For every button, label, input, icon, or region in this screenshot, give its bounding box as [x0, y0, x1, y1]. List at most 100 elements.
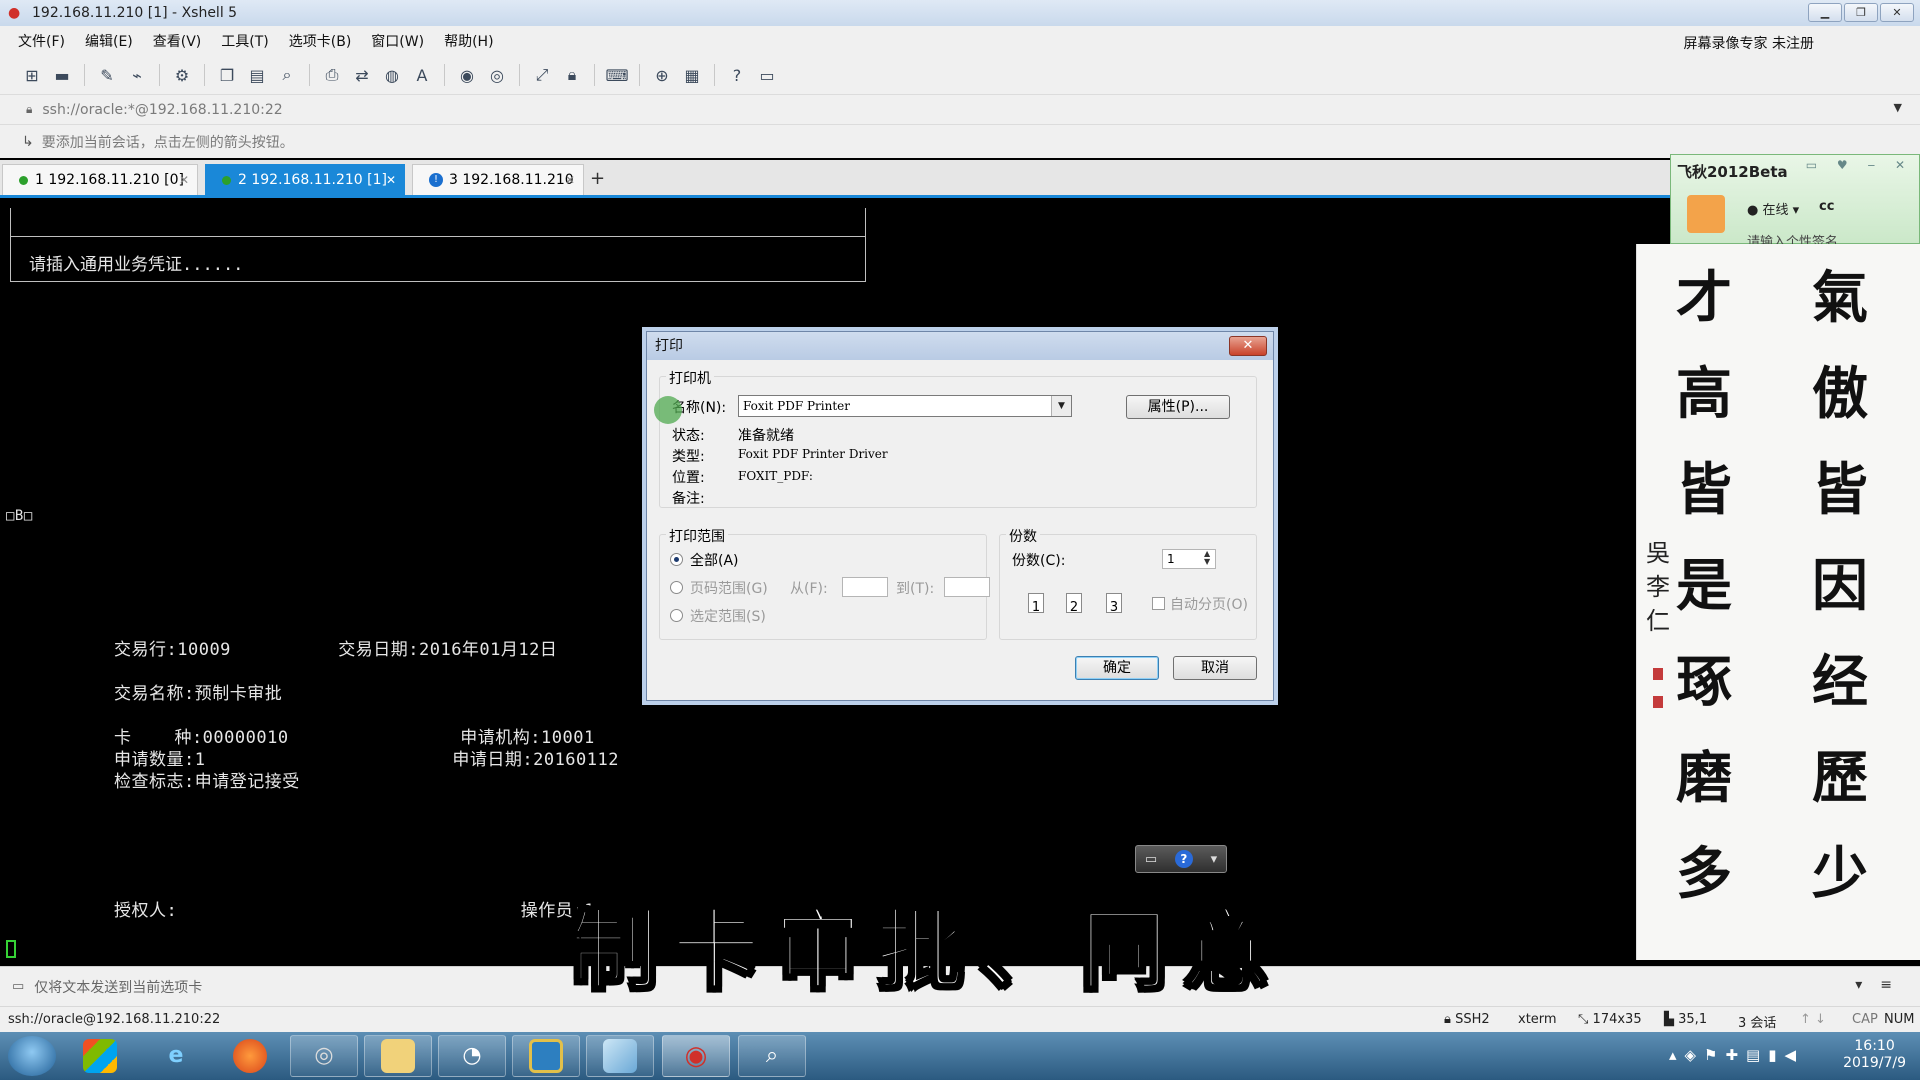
chat-icon[interactable]: ▭: [755, 63, 779, 87]
restore-button[interactable]: ❐: [1844, 3, 1878, 22]
find-icon[interactable]: ⌕: [275, 63, 299, 87]
close-icon[interactable]: ✕: [565, 173, 575, 187]
compose-icon[interactable]: ▭: [12, 979, 24, 994]
copy-icon[interactable]: ❐: [215, 63, 239, 87]
online-status[interactable]: ● 在线 ▾: [1747, 199, 1799, 218]
address-bar[interactable]: 🔒︎ ssh://oracle:*@192.168.11.210:22 ▼: [0, 94, 1920, 124]
tab-session-2[interactable]: 2 192.168.11.210 [1] ✕: [205, 164, 405, 195]
chevron-down-icon[interactable]: ▾: [1211, 852, 1218, 867]
range-pages-label: 页码范围(G): [690, 581, 768, 597]
calligraphy-char: 琢: [1676, 649, 1732, 715]
menu-file[interactable]: 文件(F): [18, 31, 65, 51]
close-window-button[interactable]: ✕: [1880, 3, 1914, 22]
taskbar-app[interactable]: [216, 1035, 284, 1077]
taskbar-app[interactable]: [364, 1035, 432, 1077]
avatar[interactable]: [1687, 195, 1725, 233]
status-cursor: ▙ 35,1: [1664, 1012, 1707, 1027]
paste-icon[interactable]: ▤: [245, 63, 269, 87]
cancel-button[interactable]: 取消: [1173, 656, 1257, 680]
chevron-down-icon[interactable]: ▼: [1894, 101, 1902, 114]
terminal-line-2: 交易名称:预制卡审批: [114, 684, 283, 704]
fullscreen-icon[interactable]: ⤢: [530, 63, 554, 87]
tab-session-1[interactable]: 1 192.168.11.210 [0] ✕: [2, 164, 198, 195]
system-tray[interactable]: ▴◈⚑✚▤▮◀: [1669, 1046, 1804, 1064]
connected-dot-icon: [222, 175, 231, 185]
menu-help[interactable]: 帮助(H): [444, 31, 493, 51]
printer-select[interactable]: Foxit PDF Printer ▼: [738, 395, 1072, 417]
collate-page-icon: 2: [1066, 593, 1082, 615]
copies-group: 份数 份数(C): 1 ▲ ▼ 1 2 3 自动分页(O): [999, 526, 1257, 640]
compose-menu[interactable]: ▾≡: [1855, 977, 1910, 993]
add-session-arrow-icon[interactable]: ↳: [22, 134, 34, 150]
layout-icon[interactable]: ▦: [680, 63, 704, 87]
taskbar-app[interactable]: [66, 1035, 134, 1077]
menu-view[interactable]: 查看(V): [153, 31, 202, 51]
ok-button[interactable]: 确定: [1075, 656, 1159, 680]
xftp-icon[interactable]: ◉: [455, 63, 479, 87]
start-button[interactable]: [8, 1036, 56, 1076]
transfer-icon[interactable]: ⇄: [350, 63, 374, 87]
spin-arrows-icon[interactable]: ▲ ▼: [1204, 550, 1210, 566]
taskbar-app[interactable]: ◎: [290, 1035, 358, 1077]
open-folder-icon[interactable]: ▬: [50, 63, 74, 87]
tab-session-3[interactable]: ! 3 192.168.11.210 ✕: [412, 164, 584, 195]
range-selection-radio[interactable]: [670, 609, 683, 622]
scroll-arrows-icon[interactable]: ↑ ↓: [1800, 1012, 1826, 1027]
signature-char: 李: [1646, 573, 1670, 601]
xmanager-icon[interactable]: ◎: [485, 63, 509, 87]
calligraphy-char: 皆: [1676, 457, 1732, 523]
menu-window[interactable]: 窗口(W): [371, 31, 424, 51]
menu-tabs[interactable]: 选项卡(B): [289, 31, 352, 51]
dialog-title: 打印: [647, 332, 1273, 360]
collate-page-icon: 3: [1106, 593, 1122, 615]
close-icon[interactable]: ✕: [179, 173, 189, 187]
clock[interactable]: 16:10 2019/7/9: [1843, 1038, 1906, 1072]
toolbar-divider: [519, 64, 520, 86]
status-sessions: 3 会话: [1738, 1016, 1777, 1031]
font-icon[interactable]: A: [410, 63, 434, 87]
range-to-input[interactable]: [944, 577, 990, 597]
address-text[interactable]: ssh://oracle:*@192.168.11.210:22: [42, 102, 282, 118]
range-from-input[interactable]: [842, 577, 888, 597]
new-session-icon[interactable]: ⊞: [20, 63, 44, 87]
taskbar-app[interactable]: e: [142, 1035, 210, 1077]
taskbar-app[interactable]: [586, 1035, 654, 1077]
tab-bar: 1 192.168.11.210 [0] ✕ 2 192.168.11.210 …: [0, 160, 1920, 198]
keyboard-icon[interactable]: ⌨: [605, 63, 629, 87]
keyboard-icon[interactable]: ▭: [1145, 852, 1157, 867]
calligraphy-char: 氣: [1812, 265, 1868, 331]
calligraphy-char: 高: [1676, 361, 1732, 427]
add-tab-icon[interactable]: ⊕: [650, 63, 674, 87]
close-icon[interactable]: ✕: [386, 173, 396, 187]
lock-icon[interactable]: 🔒︎: [560, 63, 584, 87]
help-icon[interactable]: ?: [725, 63, 749, 87]
taskbar-app[interactable]: ◔: [438, 1035, 506, 1077]
taskbar-app[interactable]: [512, 1035, 580, 1077]
terminal-line-6: 授权人: 操作员:10: [114, 901, 606, 921]
minimize-button[interactable]: ▁: [1808, 3, 1842, 22]
menu-edit[interactable]: 编辑(E): [85, 31, 133, 51]
location-value: FOXIT_PDF:: [738, 469, 813, 483]
taskbar-app[interactable]: ⌕: [738, 1035, 806, 1077]
globe-icon[interactable]: ◍: [380, 63, 404, 87]
range-all-radio[interactable]: [670, 553, 683, 566]
help-icon[interactable]: ?: [1174, 850, 1193, 868]
menu-tools[interactable]: 工具(T): [221, 31, 268, 51]
cursor-position-icon: ▙: [1664, 1012, 1674, 1027]
signature-char: 吳: [1646, 539, 1670, 567]
properties-icon[interactable]: ⚙: [170, 63, 194, 87]
dialog-close-button[interactable]: ✕: [1229, 336, 1267, 356]
status-cap: CAP: [1852, 1012, 1878, 1027]
chat-window-controls[interactable]: ▭ ♥ ‒ ✕: [1806, 158, 1913, 172]
disconnect-icon[interactable]: ⌁: [125, 63, 149, 87]
print-icon[interactable]: ⎙: [320, 63, 344, 87]
taskbar-app-active[interactable]: ◉: [662, 1035, 730, 1077]
properties-button[interactable]: 属性(P)...: [1126, 395, 1230, 419]
status-protocol-text: SSH2: [1455, 1012, 1490, 1027]
floating-toolbar[interactable]: ▭ ? ▾: [1135, 845, 1227, 873]
range-pages-radio[interactable]: [670, 581, 683, 594]
chevron-down-icon[interactable]: ▼: [1051, 396, 1071, 416]
reconnect-icon[interactable]: ✎: [95, 63, 119, 87]
new-tab-button[interactable]: +: [590, 168, 605, 189]
collate-checkbox[interactable]: [1152, 597, 1165, 610]
